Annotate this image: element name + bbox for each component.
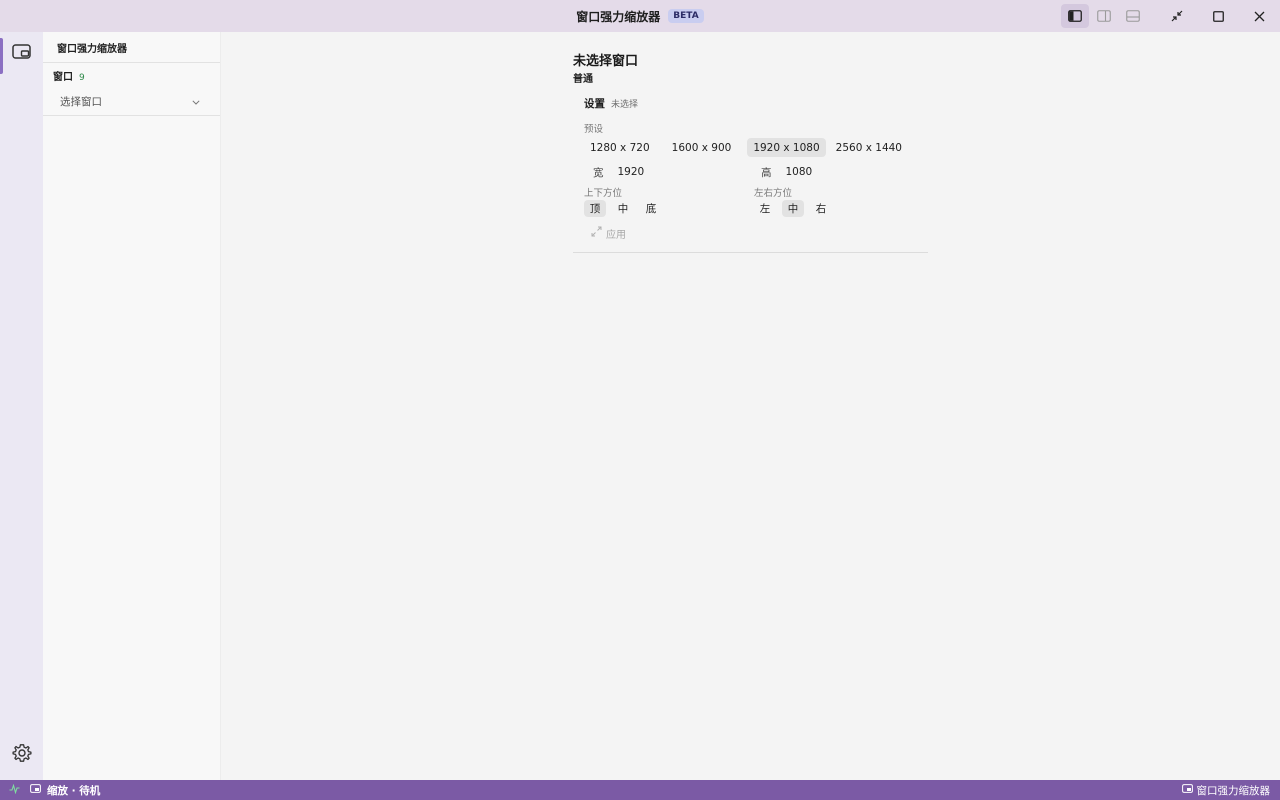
windows-section-header: 窗口 9 — [43, 63, 220, 83]
beta-badge: BETA — [668, 9, 704, 23]
expand-icon — [591, 226, 602, 240]
collapse-icon[interactable] — [1157, 4, 1197, 28]
align-center-button[interactable]: 中 — [782, 200, 804, 217]
window-select[interactable]: 选择窗口 — [43, 88, 220, 116]
width-value: 1920 — [617, 166, 645, 178]
side-panel: 窗口强力缩放器 窗口 9 选择窗口 — [43, 32, 221, 780]
activity-bar — [0, 32, 43, 780]
vertical-align-label: 上下方位 — [584, 188, 623, 199]
window-title: 窗口强力缩放器 — [576, 9, 661, 24]
align-top-button[interactable]: 顶 — [584, 200, 606, 217]
height-field[interactable]: 高 1080 — [754, 165, 924, 180]
horizontal-align-group: 左右方位 左 中 右 — [754, 185, 924, 217]
preset-button-selected[interactable]: 1920 x 1080 — [747, 138, 826, 157]
window-icon — [11, 43, 32, 63]
status-app-name[interactable]: 窗口强力缩放器 — [1197, 783, 1271, 798]
window-controls — [1061, 0, 1280, 32]
title-bar: 窗口强力缩放器 BETA — [0, 0, 1280, 32]
vertical-align-group: 上下方位 顶 中 底 — [584, 185, 754, 217]
preset-button[interactable]: 1280 x 720 — [584, 138, 656, 157]
presets-label: 预设 — [584, 124, 604, 135]
align-right-button[interactable]: 右 — [810, 200, 832, 217]
settings-subtitle: 未选择 — [611, 100, 639, 110]
chevron-down-icon — [192, 96, 200, 108]
settings-button[interactable] — [0, 736, 43, 772]
maximize-icon[interactable] — [1198, 4, 1238, 28]
status-text[interactable]: 缩放 · 待机 — [47, 783, 100, 798]
settings-header: 设置 未选择 — [584, 96, 928, 112]
width-label: 宽 — [593, 166, 604, 179]
toggle-left-panel-icon[interactable] — [1061, 4, 1089, 28]
status-window-icon — [30, 784, 41, 796]
activity-pulse-icon — [9, 783, 20, 797]
width-field[interactable]: 宽 1920 — [584, 165, 754, 180]
active-indicator — [0, 38, 3, 74]
dimension-fields: 宽 1920 高 1080 — [584, 163, 928, 181]
windows-count: 9 — [79, 73, 85, 83]
horizontal-align-options: 左 中 右 — [754, 200, 924, 217]
preset-list: 1280 x 720 1600 x 900 1920 x 1080 2560 x… — [584, 138, 928, 157]
status-app-icon — [1181, 784, 1193, 796]
status-bar: 缩放 · 待机 窗口强力缩放器 — [0, 780, 1280, 800]
toggle-bottom-panel-icon[interactable] — [1119, 4, 1147, 28]
preset-button[interactable]: 1600 x 900 — [666, 138, 738, 157]
section-divider — [573, 252, 928, 253]
windows-section-label: 窗口 — [53, 72, 73, 83]
main-content: 未选择窗口 普通 设置 未选择 预设 1280 x 720 1600 x 900… — [573, 50, 928, 253]
settings-title: 设置 — [584, 98, 605, 110]
vertical-align-options: 顶 中 底 — [584, 200, 754, 217]
alignment-groups: 上下方位 顶 中 底 左右方位 左 中 右 — [584, 185, 928, 217]
height-label: 高 — [761, 166, 772, 179]
preset-button[interactable]: 2560 x 1440 — [830, 138, 908, 157]
settings-card: 设置 未选择 预设 1280 x 720 1600 x 900 1920 x 1… — [573, 96, 928, 241]
align-bottom-button[interactable]: 底 — [640, 200, 662, 217]
side-panel-title: 窗口强力缩放器 — [43, 32, 220, 63]
page-title: 未选择窗口 — [573, 54, 639, 69]
activity-item-windows[interactable] — [0, 32, 43, 74]
close-icon[interactable] — [1239, 4, 1279, 28]
apply-button[interactable]: 应用 — [584, 225, 928, 241]
horizontal-align-label: 左右方位 — [754, 188, 793, 199]
main-area: 未选择窗口 普通 设置 未选择 预设 1280 x 720 1600 x 900… — [221, 32, 1280, 780]
window-select-placeholder: 选择窗口 — [60, 96, 102, 108]
toggle-right-panel-icon[interactable] — [1090, 4, 1118, 28]
height-value: 1080 — [785, 166, 813, 178]
apply-label: 应用 — [606, 229, 626, 241]
gear-icon — [11, 743, 32, 766]
align-left-button[interactable]: 左 — [754, 200, 776, 217]
page-subtitle: 普通 — [573, 74, 593, 85]
align-middle-button[interactable]: 中 — [612, 200, 634, 217]
